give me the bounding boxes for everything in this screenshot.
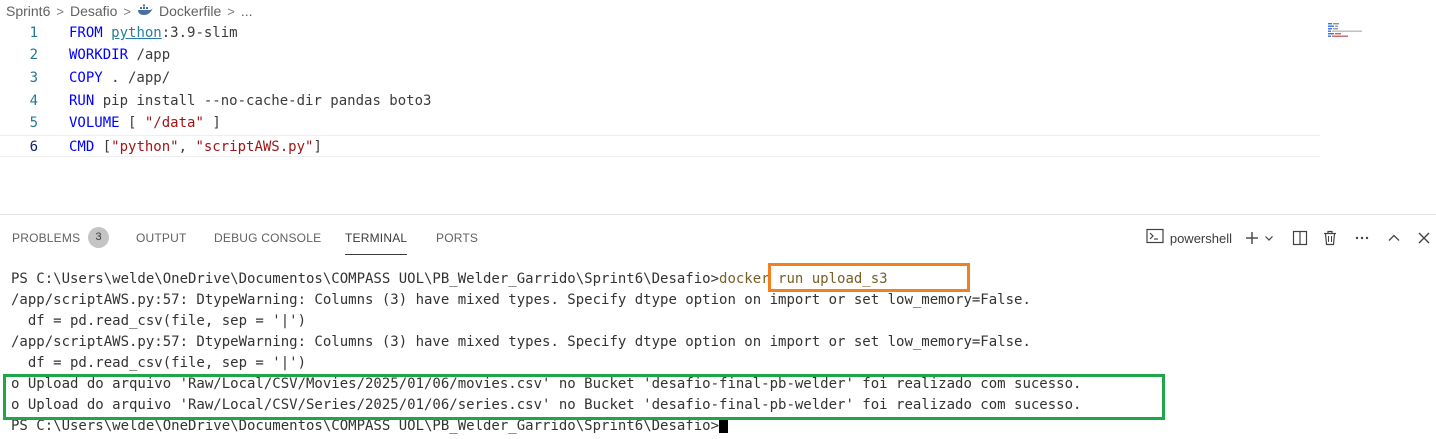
code-string: "python" bbox=[111, 139, 179, 155]
breadcrumb-separator: > bbox=[227, 3, 235, 19]
code-keyword: COPY bbox=[69, 70, 103, 86]
tab-debug-console[interactable]: DEBUG CONSOLE bbox=[214, 231, 321, 245]
split-icon[interactable] bbox=[1292, 230, 1308, 246]
close-icon[interactable] bbox=[1416, 230, 1432, 246]
code-string: "scriptAWS.py" bbox=[195, 139, 314, 155]
code-text: , bbox=[178, 139, 196, 155]
terminal-line: /app/scriptAWS.py:57: DtypeWarning: Colu… bbox=[11, 334, 1031, 350]
code-line[interactable]: 3 COPY . /app/ bbox=[0, 67, 1320, 89]
code-line[interactable]: 5 VOLUME [ "/data" ] bbox=[0, 112, 1320, 134]
code-string: "/data" bbox=[144, 115, 204, 131]
breadcrumb-separator: > bbox=[123, 3, 132, 19]
code-text: . /app/ bbox=[102, 70, 171, 86]
image-link[interactable]: python bbox=[111, 25, 162, 41]
code-text: :3.9-slim bbox=[161, 25, 238, 41]
code-keyword: FROM bbox=[69, 25, 103, 41]
code-line[interactable]: 2 WORKDIR /app bbox=[0, 44, 1320, 66]
terminal-prompt: PS C:\Users\welde\OneDrive\Documentos\CO… bbox=[11, 271, 720, 287]
chevron-down-icon[interactable] bbox=[1264, 233, 1274, 243]
code-line[interactable]: 1 FROM python:3.9-slim bbox=[0, 22, 1320, 44]
line-number: 4 bbox=[29, 93, 38, 109]
docker-icon bbox=[137, 3, 153, 19]
line-number: 6 bbox=[29, 139, 38, 155]
more-icon[interactable] bbox=[1354, 230, 1370, 246]
code-text: [ bbox=[94, 139, 112, 155]
code-text: /app bbox=[128, 47, 171, 63]
line-number: 2 bbox=[29, 47, 38, 63]
code-text: ] bbox=[313, 139, 322, 155]
success-highlight-box bbox=[3, 374, 1165, 420]
chevron-up-icon[interactable] bbox=[1386, 230, 1402, 246]
code-editor[interactable]: 1 FROM python:3.9-slim 2 WORKDIR /app 3 … bbox=[0, 22, 1436, 212]
tab-ports[interactable]: PORTS bbox=[436, 231, 478, 245]
minimap[interactable] bbox=[1326, 22, 1376, 42]
breadcrumb-item-dockerfile[interactable]: Dockerfile bbox=[159, 3, 221, 19]
breadcrumb-item-sprint6[interactable]: Sprint6 bbox=[6, 3, 50, 19]
breadcrumb-item-more[interactable]: ... bbox=[241, 3, 253, 19]
line-number: 5 bbox=[29, 115, 38, 131]
panel-actions: powershell bbox=[1146, 225, 1436, 251]
code-keyword: WORKDIR bbox=[69, 47, 129, 63]
breadcrumb-item-desafio[interactable]: Desafio bbox=[70, 3, 117, 19]
terminal-prompt: PS C:\Users\welde\OneDrive\Documentos\CO… bbox=[11, 418, 720, 434]
plus-icon[interactable] bbox=[1244, 230, 1260, 246]
breadcrumb: Sprint6 > Desafio > Dockerfile > ... bbox=[6, 0, 253, 22]
terminal-line: df = pd.read_csv(file, sep = '|') bbox=[11, 355, 307, 371]
trash-icon[interactable] bbox=[1322, 230, 1338, 246]
terminal-icon bbox=[1146, 228, 1164, 249]
code-text: pip install --no-cache-dir pandas boto3 bbox=[94, 93, 432, 109]
terminal-line: df = pd.read_csv(file, sep = '|') bbox=[11, 313, 307, 329]
line-number: 3 bbox=[29, 70, 38, 86]
terminal-shell-selector[interactable]: powershell bbox=[1146, 228, 1232, 249]
breadcrumb-separator: > bbox=[56, 3, 64, 19]
command-highlight-box bbox=[768, 263, 970, 292]
shell-name: powershell bbox=[1169, 230, 1232, 246]
code-text: ] bbox=[203, 115, 221, 131]
code-line-current[interactable]: 6 CMD ["python", "scriptAWS.py"] bbox=[0, 135, 1320, 157]
problems-count-badge: 3 bbox=[88, 227, 109, 248]
code-line[interactable]: 4 RUN pip install --no-cache-dir pandas … bbox=[0, 90, 1320, 112]
code-keyword: CMD bbox=[69, 139, 95, 155]
line-number: 1 bbox=[29, 25, 38, 41]
code-text: [ bbox=[119, 115, 145, 131]
tab-output[interactable]: OUTPUT bbox=[136, 231, 187, 245]
tab-problems[interactable]: PROBLEMS bbox=[12, 231, 80, 245]
terminal-line: /app/scriptAWS.py:57: DtypeWarning: Colu… bbox=[11, 292, 1031, 308]
terminal-line: PS C:\Users\welde\OneDrive\Documentos\CO… bbox=[11, 269, 888, 290]
code-keyword: VOLUME bbox=[69, 115, 120, 131]
tab-terminal[interactable]: TERMINAL bbox=[345, 231, 408, 255]
panel-tabs: PROBLEMS 3 OUTPUT DEBUG CONSOLE TERMINAL… bbox=[0, 215, 1436, 261]
code-keyword: RUN bbox=[69, 93, 95, 109]
